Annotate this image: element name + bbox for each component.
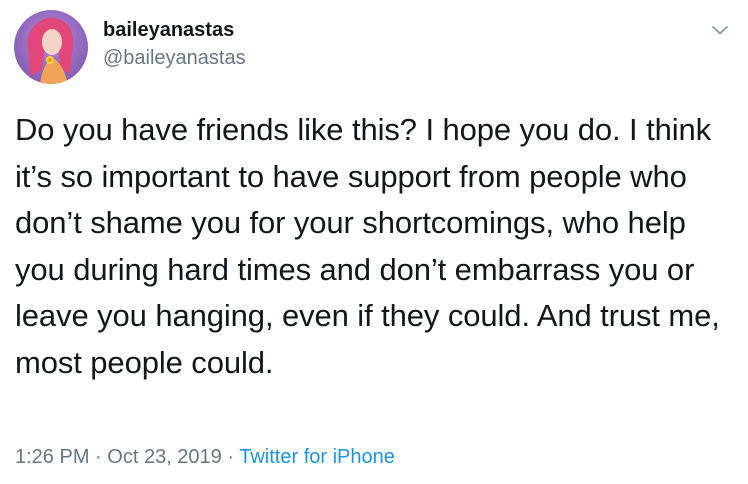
meta-separator: · [227, 446, 235, 468]
meta-separator: · [95, 446, 102, 468]
user-handle[interactable]: @baileyanastas [103, 47, 246, 70]
chevron-down-icon [712, 26, 728, 35]
tweet-card: baileyanastas @baileyanastas Do you have… [0, 0, 748, 484]
tweet-source-link[interactable]: Twitter for iPhone [239, 446, 395, 468]
avatar[interactable] [14, 10, 88, 84]
avatar-image [14, 10, 88, 84]
tweet-text: Do you have friends like this? I hope yo… [15, 112, 720, 380]
tweet-time[interactable]: 1:26 PM [15, 446, 89, 468]
display-name[interactable]: baileyanastas [103, 19, 234, 42]
tweet-date[interactable]: Oct 23, 2019 [107, 446, 222, 468]
tweet-menu-button[interactable] [708, 18, 732, 42]
tweet-meta: 1:26 PM · Oct 23, 2019 · Twitter for iPh… [15, 446, 395, 469]
